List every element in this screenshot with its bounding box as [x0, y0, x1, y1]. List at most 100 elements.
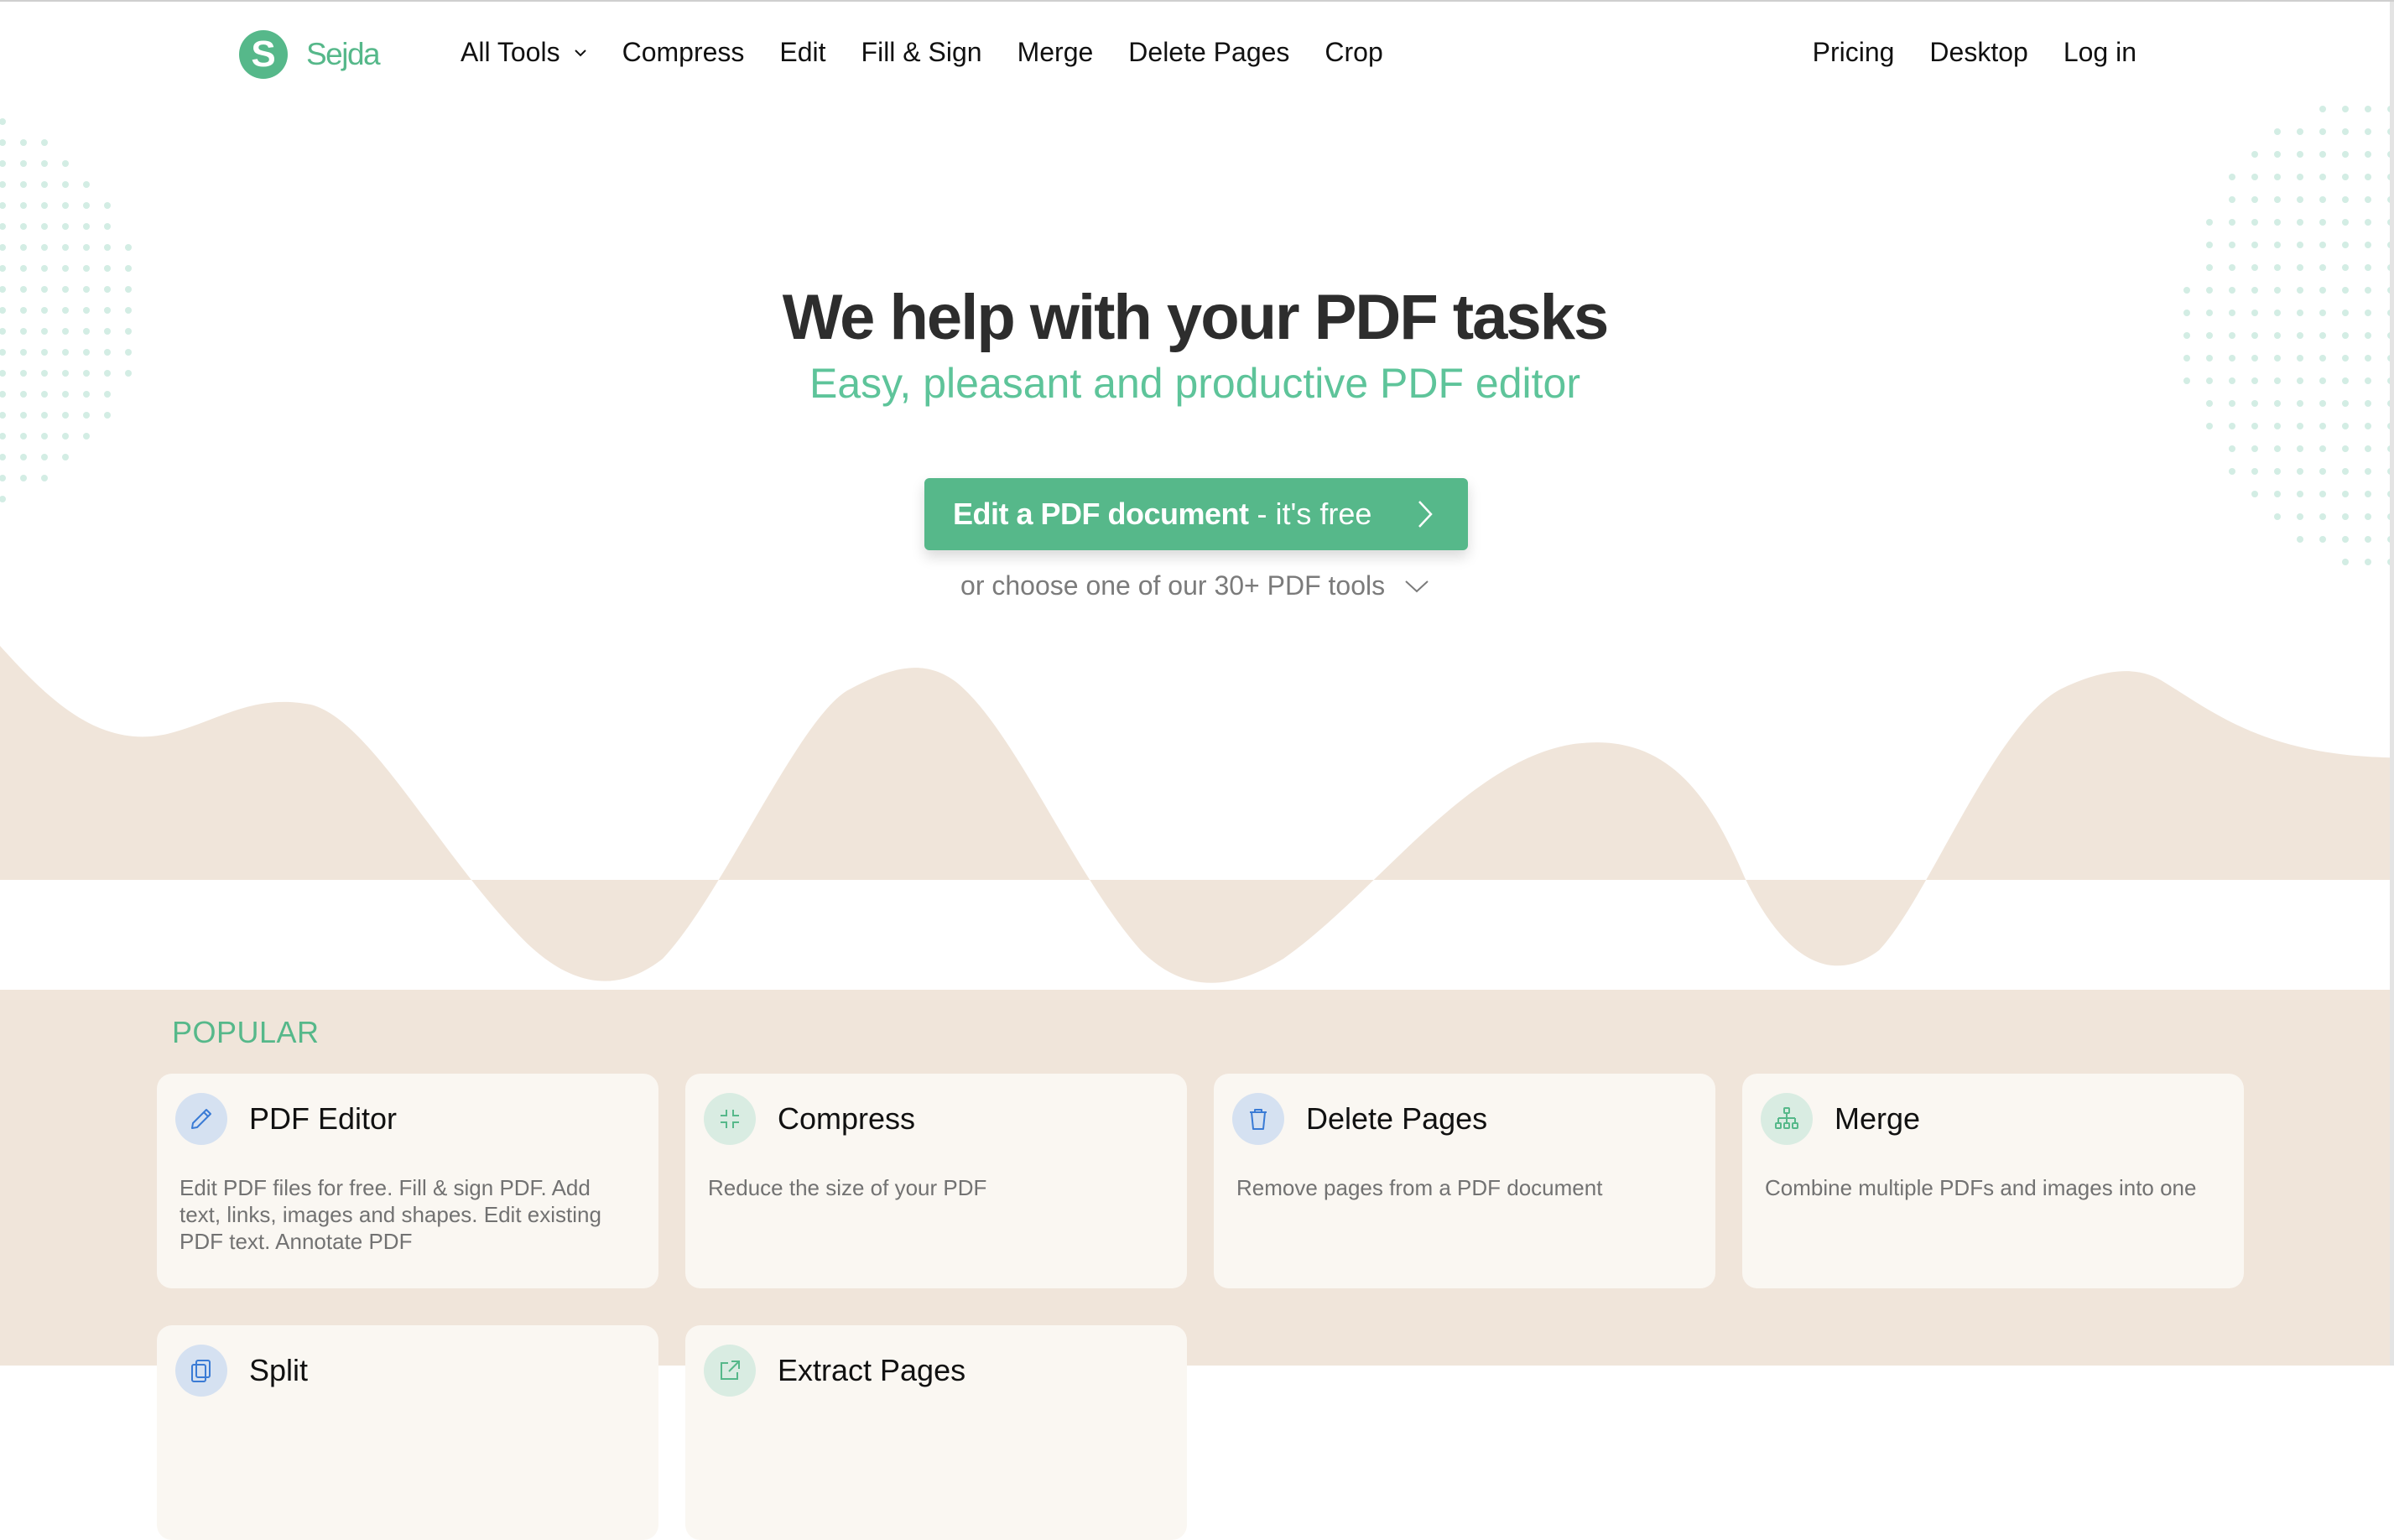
dot [104, 265, 111, 272]
dot [2342, 513, 2349, 520]
dot [2365, 491, 2371, 497]
dot [0, 139, 6, 146]
dot [41, 475, 48, 481]
card-description: Combine multiple PDFs and images into on… [1765, 1175, 2197, 1200]
dot [2251, 264, 2258, 271]
nav-desktop[interactable]: Desktop [1929, 37, 2027, 68]
dot [104, 223, 111, 230]
dot [2274, 128, 2281, 135]
dot [2319, 536, 2326, 543]
cta-strong-label: Edit a PDF document [953, 497, 1249, 531]
card-title: Delete Pages [1306, 1101, 1488, 1136]
trash-icon [1232, 1093, 1284, 1145]
account-nav: Pricing Desktop Log in [1777, 37, 2136, 68]
dot [2297, 242, 2303, 248]
dot [62, 202, 69, 209]
dot [2206, 219, 2213, 226]
dot [2319, 445, 2326, 452]
dot [2297, 264, 2303, 271]
wave-shape [0, 645, 2390, 983]
sejda-logo[interactable]: S Sejda [239, 30, 381, 79]
window-top-border [0, 0, 2394, 2]
nav-login[interactable]: Log in [2064, 37, 2136, 68]
dot [2274, 151, 2281, 158]
dot [62, 181, 69, 188]
dot [2251, 491, 2258, 497]
dot [2342, 242, 2349, 248]
nav-fill-sign[interactable]: Fill & Sign [861, 37, 982, 68]
nav-delete-pages[interactable]: Delete Pages [1128, 37, 1289, 68]
cta-light-label: - it's free [1257, 497, 1372, 531]
dot [2365, 151, 2371, 158]
dot [83, 202, 90, 209]
dot [20, 160, 27, 167]
tool-card-merge[interactable]: Merge Combine multiple PDFs and images i… [1742, 1074, 2244, 1288]
nav-all-tools[interactable]: All Tools [461, 37, 587, 68]
chevron-right-icon [1418, 501, 1433, 528]
dot [20, 223, 27, 230]
dot [2229, 423, 2235, 429]
dot [2229, 445, 2235, 452]
dot [2319, 242, 2326, 248]
dot [0, 454, 6, 460]
dot [20, 454, 27, 460]
dot [2229, 264, 2235, 271]
dot [2319, 264, 2326, 271]
dot [2365, 196, 2371, 203]
edit-pdf-cta-button[interactable]: Edit a PDF document - it's free [924, 478, 1468, 550]
dot [2365, 128, 2371, 135]
tool-card-split[interactable]: Split [157, 1325, 658, 1540]
dot [0, 433, 6, 440]
dot [2342, 196, 2349, 203]
dot [20, 475, 27, 481]
chevron-down-icon [1405, 580, 1429, 592]
dot [2297, 491, 2303, 497]
dot [2342, 151, 2349, 158]
dot [2365, 219, 2371, 226]
card-description: Remove pages from a PDF document [1236, 1175, 1603, 1200]
dot [2365, 468, 2371, 475]
dot [0, 496, 6, 502]
dot [2297, 196, 2303, 203]
dot [2229, 196, 2235, 203]
dot [20, 265, 27, 272]
dot [0, 118, 6, 125]
dot [2365, 242, 2371, 248]
dot [2229, 242, 2235, 248]
tool-card-compress[interactable]: Compress Reduce the size of your PDF [685, 1074, 1187, 1288]
nav-pricing[interactable]: Pricing [1813, 37, 1895, 68]
dot [2319, 219, 2326, 226]
card-description: Edit PDF files for free. Fill & sign PDF… [180, 1175, 601, 1254]
dot [41, 433, 48, 440]
tool-card-extract-pages[interactable]: Extract Pages [685, 1325, 1187, 1540]
scrollbar-track[interactable] [2390, 2, 2394, 1366]
extract-icon [704, 1345, 756, 1397]
nav-edit[interactable]: Edit [779, 37, 825, 68]
tool-card-pdf-editor[interactable]: PDF Editor Edit PDF files for free. Fill… [157, 1074, 658, 1288]
dot [41, 202, 48, 209]
nav-compress[interactable]: Compress [622, 37, 745, 68]
dot [0, 244, 6, 251]
dot [2342, 445, 2349, 452]
logo-text: Sejda [306, 37, 381, 71]
tool-card-delete-pages[interactable]: Delete Pages Remove pages from a PDF doc… [1214, 1074, 1715, 1288]
dot [83, 181, 90, 188]
dot [104, 202, 111, 209]
dot [41, 454, 48, 460]
dot [2342, 423, 2349, 429]
more-tools-toggle[interactable]: or choose one of our 30+ PDF tools [0, 569, 2390, 601]
dot [2342, 219, 2349, 226]
dot [62, 433, 69, 440]
dot [2319, 196, 2326, 203]
dot [2319, 174, 2326, 180]
dot [2251, 219, 2258, 226]
dot [2297, 423, 2303, 429]
dot [2297, 536, 2303, 543]
nav-crop[interactable]: Crop [1325, 37, 1382, 68]
nav-merge[interactable]: Merge [1017, 37, 1094, 68]
dot [0, 202, 6, 209]
dot [0, 223, 6, 230]
dot [20, 412, 27, 419]
dot [20, 433, 27, 440]
dot [2342, 536, 2349, 543]
